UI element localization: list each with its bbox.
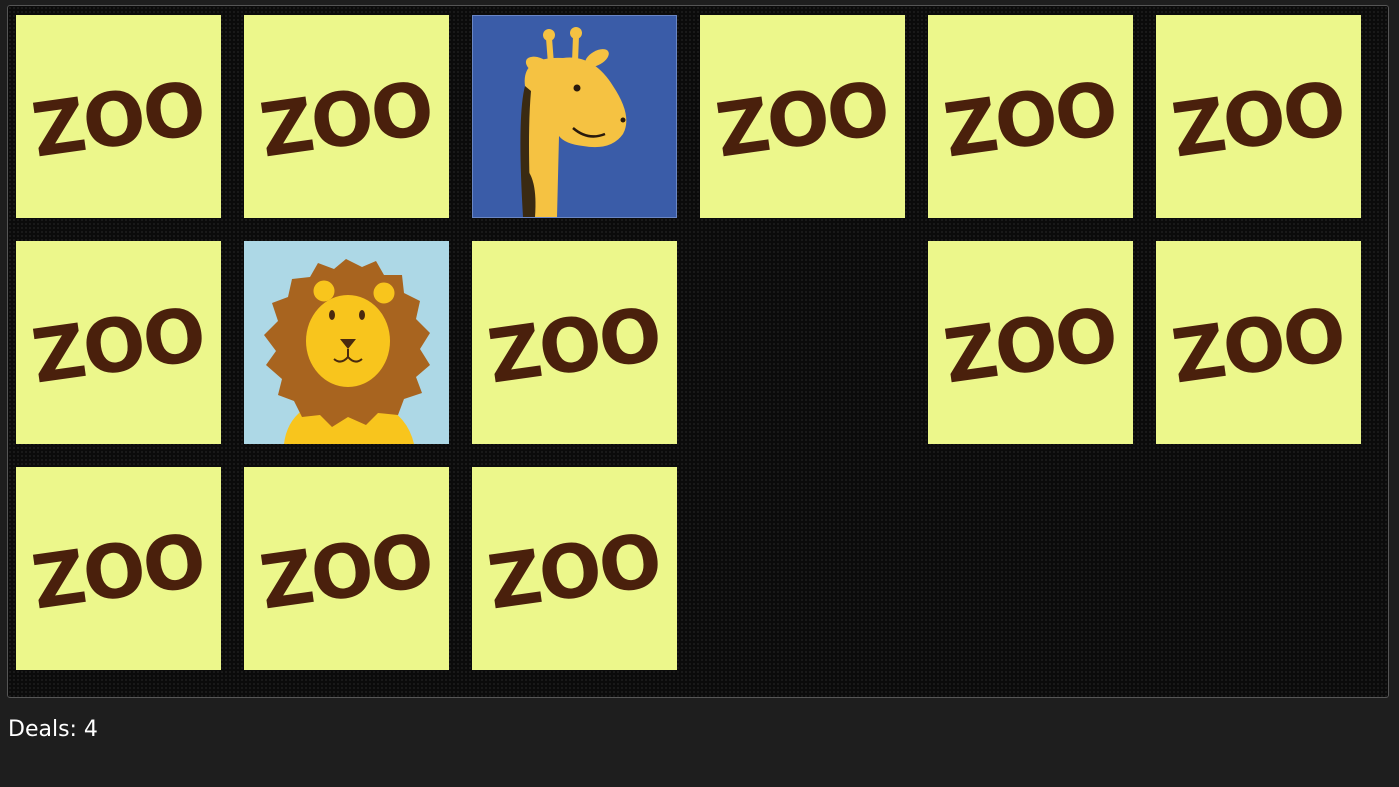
card-back-r1c5[interactable]: ZOO: [1156, 241, 1361, 444]
svg-text:ZOO: ZOO: [27, 517, 209, 626]
svg-text:ZOO: ZOO: [27, 65, 209, 174]
svg-text:ZOO: ZOO: [255, 65, 437, 174]
card-giraffe[interactable]: [472, 15, 677, 218]
card-back-r0c4[interactable]: ZOO: [928, 15, 1133, 218]
card-back-r1c0[interactable]: ZOO: [16, 241, 221, 444]
card-lion[interactable]: [244, 241, 449, 444]
card-back-r2c1[interactable]: ZOO: [244, 467, 449, 670]
card-back-r1c4[interactable]: ZOO: [928, 241, 1133, 444]
svg-text:ZOO: ZOO: [939, 65, 1121, 174]
card-back-r0c5[interactable]: ZOO: [1156, 15, 1361, 218]
svg-text:ZOO: ZOO: [1167, 65, 1349, 174]
svg-text:ZOO: ZOO: [711, 65, 893, 174]
deals-counter: Deals: 4: [8, 717, 98, 742]
svg-text:ZOO: ZOO: [939, 291, 1121, 400]
card-back-r0c1[interactable]: ZOO: [244, 15, 449, 218]
card-back-r0c3[interactable]: ZOO: [700, 15, 905, 218]
svg-text:ZOO: ZOO: [255, 517, 437, 626]
card-back-r0c0[interactable]: ZOO: [16, 15, 221, 218]
svg-text:ZOO: ZOO: [27, 291, 209, 400]
game-board: ZOO ZOO ZOO ZOO ZOO ZOO ZOO ZOO ZOO ZOO …: [7, 5, 1389, 698]
card-back-r1c2[interactable]: ZOO: [472, 241, 677, 444]
svg-text:ZOO: ZOO: [483, 291, 665, 400]
svg-text:ZOO: ZOO: [483, 517, 665, 626]
card-back-r2c0[interactable]: ZOO: [16, 467, 221, 670]
card-back-r2c2[interactable]: ZOO: [472, 467, 677, 670]
svg-text:ZOO: ZOO: [1167, 291, 1349, 400]
